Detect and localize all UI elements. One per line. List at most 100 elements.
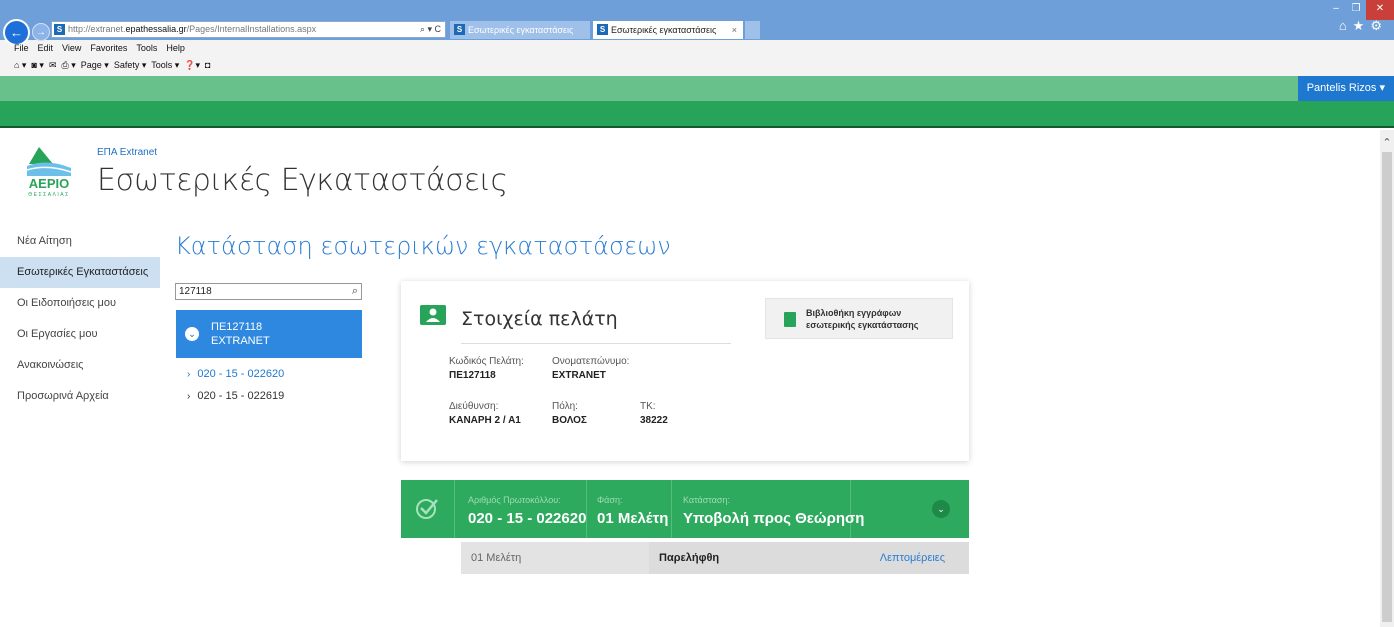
nav-item-announcements[interactable]: Ανακοινώσεις [0, 350, 160, 381]
tools-menu[interactable]: Tools ▾ [151, 60, 179, 70]
request-item[interactable]: › 020 - 15 - 022619 [187, 390, 284, 402]
menu-view[interactable]: View [62, 40, 81, 56]
minimize-icon[interactable]: – [1326, 0, 1346, 20]
safety-menu[interactable]: Safety ▾ [114, 60, 147, 70]
tab-label: Εσωτερικές εγκαταστάσεις [468, 25, 574, 35]
status-detail-row: 01 Μελέτη Παρελήφθη Λεπτομέρειες [461, 542, 969, 574]
suite-bar: Pantelis Rizos ▾ [0, 76, 1394, 101]
request-number: 020 - 15 - 022619 [197, 390, 285, 402]
address-label: Διεύθυνση: [449, 401, 499, 412]
menu-favorites[interactable]: Favorites [90, 40, 127, 56]
divider [461, 343, 731, 344]
document-library-line1: Βιβλιοθήκη εγγράφων [806, 308, 902, 318]
tab-bar: ← → S http://extranet.epathessalia.gr/Pa… [0, 0, 1394, 46]
city-value: ΒΟΛΟΣ [552, 415, 587, 426]
window-controls: – ❐ ✕ [1326, 0, 1394, 20]
close-window-icon[interactable]: ✕ [1366, 0, 1394, 20]
tab-label: Εσωτερικές εγκαταστάσεις [611, 25, 717, 35]
tab-inactive[interactable]: S Εσωτερικές εγκαταστάσεις [450, 21, 590, 39]
scroll-thumb[interactable] [1382, 152, 1392, 622]
search-value: 127118 [179, 286, 212, 297]
research-icon[interactable]: ◘ [205, 60, 210, 70]
request-item[interactable]: › 020 - 15 - 022620 [187, 368, 284, 380]
phase-value: 01 Μελέτη [597, 510, 669, 527]
arrow-left-icon: ← [10, 25, 23, 40]
chevron-down-icon: ⌄ [185, 327, 199, 341]
home-icon[interactable]: ⌂ ▾ [14, 60, 26, 70]
document-library-label: Βιβλιοθήκη εγγράφων εσωτερικής εγκατάστα… [806, 307, 918, 331]
restore-icon[interactable]: ❐ [1346, 0, 1366, 20]
address-domain: epathessalia.gr [125, 24, 187, 34]
customer-info-title: Στοιχεία πελάτη [461, 308, 618, 330]
phase-column: Φάση: 01 Μελέτη [586, 480, 671, 538]
help-icon[interactable]: ❓▾ [184, 60, 200, 70]
page-title: Κατάσταση εσωτερικών εγκαταστάσεων [175, 232, 671, 260]
full-name-value: EXTRANET [552, 370, 606, 381]
menu-help[interactable]: Help [166, 40, 185, 56]
detail-phase: 01 Μελέτη [471, 552, 522, 564]
menu-bar: File Edit View Favorites Tools Help [0, 40, 185, 56]
search-input[interactable]: 127118 ⌕ [175, 283, 362, 300]
tab-active[interactable]: S Εσωτερικές εγκαταστάσεις × [593, 21, 743, 39]
nav-item-tasks[interactable]: Οι Εργασίες μου [0, 319, 160, 350]
details-link[interactable]: Λεπτομέρειες [880, 542, 945, 574]
ribbon-bar [0, 101, 1394, 128]
state-value: Υποβολή προς Θεώρηση [683, 510, 865, 527]
menu-edit[interactable]: Edit [38, 40, 54, 56]
book-icon [784, 312, 796, 327]
close-tab-icon[interactable]: × [732, 21, 737, 39]
nav-item-temp-files[interactable]: Προσωρινά Αρχεία [0, 381, 160, 412]
state-column: Κατάσταση: Υποβολή προς Θεώρηση [671, 480, 864, 538]
browser-chrome: ← → S http://extranet.epathessalia.gr/Pa… [0, 0, 1394, 76]
feeds-icon[interactable]: ◙ ▾ [31, 60, 43, 70]
nav-item-new-request[interactable]: Νέα Αίτηση [0, 226, 160, 257]
state-label: Κατάσταση: [683, 495, 730, 505]
zip-label: ΤΚ: [640, 401, 656, 412]
sharepoint-icon: S [597, 24, 608, 35]
request-status-bar[interactable]: Αριθμός Πρωτοκόλλου: 020 - 15 - 022620 Φ… [401, 480, 969, 538]
address-path: /Pages/InternalInstallations.aspx [186, 24, 317, 34]
chevron-down-icon[interactable]: ⌄ [932, 500, 950, 518]
logo-subtext: ΘΕΣΣΑΛΙΑΣ [28, 192, 69, 198]
customer-info-card: Στοιχεία πελάτη Βιβλιοθήκη εγγράφων εσωτ… [401, 281, 969, 461]
chevron-right-icon: › [187, 369, 191, 380]
protocol-label: Αριθμός Πρωτοκόλλου: [468, 495, 561, 505]
menu-tools[interactable]: Tools [136, 40, 157, 56]
sharepoint-icon: S [54, 24, 65, 35]
nav-item-internal-installations[interactable]: Εσωτερικές Εγκαταστάσεις [0, 257, 160, 288]
menu-file[interactable]: File [14, 40, 29, 56]
customer-card[interactable]: ⌄ ΠΕ127118 EXTRANET [176, 310, 362, 358]
full-name-label: Ονοματεπώνυμο: [552, 356, 630, 367]
arrow-right-icon: → [36, 26, 46, 38]
new-tab-button[interactable] [745, 21, 760, 39]
search-icon[interactable]: ⌕ [352, 284, 358, 299]
home-favorites-settings-icons[interactable]: ⌂★⚙ [1339, 18, 1388, 34]
print-icon[interactable]: ⎙ ▾ [62, 60, 76, 70]
customer-code-label: Κωδικός Πελάτη: [449, 356, 524, 367]
customer-name: EXTRANET [211, 335, 270, 347]
protocol-column: Αριθμός Πρωτοκόλλου: 020 - 15 - 022620 [454, 480, 586, 538]
chevron-right-icon: › [187, 391, 191, 402]
city-label: Πόλη: [552, 401, 578, 412]
mail-icon[interactable]: ✉ [49, 60, 57, 70]
protocol-number: 020 - 15 - 022620 [468, 510, 587, 527]
chevron-up-icon[interactable]: ⌃ [1380, 136, 1394, 149]
scrollbar[interactable]: ⌃ [1380, 130, 1394, 627]
breadcrumb[interactable]: ΕΠΑ Extranet [97, 147, 157, 158]
request-number: 020 - 15 - 022620 [197, 368, 285, 380]
address-tools[interactable]: ⌕ ▾ C [420, 22, 441, 37]
document-library-line2: εσωτερικής εγκατάστασης [806, 320, 919, 330]
page-menu[interactable]: Page ▾ [81, 60, 109, 70]
site-title[interactable]: Εσωτερικές Εγκαταστάσεις [97, 163, 508, 198]
customer-code: ΠΕ127118 [211, 321, 263, 333]
phase-label: Φάση: [597, 495, 623, 505]
logo-text: ΑΕΡΙΟ [29, 176, 69, 191]
address-value: ΚΑΝΑΡΗ 2 / Α1 [449, 415, 521, 426]
forward-button[interactable]: → [32, 23, 50, 41]
nav-item-notifications[interactable]: Οι Ειδοποιήσεις μου [0, 288, 160, 319]
site-logo[interactable]: ΑΕΡΙΟ ΘΕΣΣΑΛΙΑΣ [17, 146, 81, 198]
document-library-button[interactable]: Βιβλιοθήκη εγγράφων εσωτερικής εγκατάστα… [765, 298, 953, 339]
user-menu-button[interactable]: Pantelis Rizos ▾ [1297, 76, 1394, 101]
address-bar[interactable]: S http://extranet.epathessalia.gr/Pages/… [51, 21, 446, 38]
left-navigation: Νέα Αίτηση Εσωτερικές Εγκαταστάσεις Οι Ε… [0, 226, 160, 412]
